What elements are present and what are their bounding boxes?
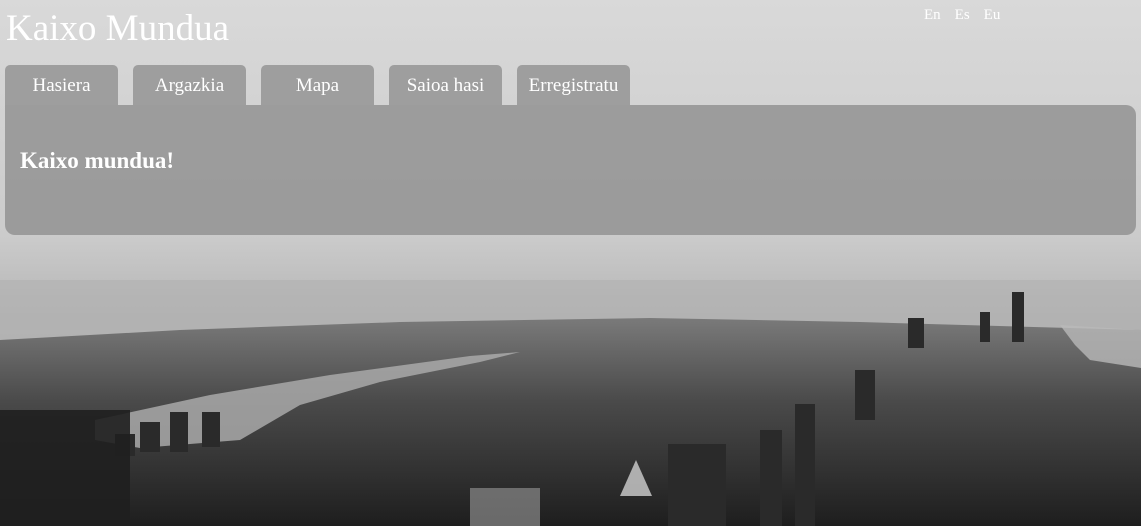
tab-erregistratu[interactable]: Erregistratu xyxy=(517,65,630,105)
tab-saioa-hasi[interactable]: Saioa hasi xyxy=(389,65,502,105)
tab-mapa[interactable]: Mapa xyxy=(261,65,374,105)
language-link-en[interactable]: En xyxy=(924,7,941,24)
content-heading: Kaixo mundua! xyxy=(20,148,175,173)
tab-argazkia[interactable]: Argazkia xyxy=(133,65,246,105)
tab-hasiera[interactable]: Hasiera xyxy=(5,65,118,105)
content-panel: Kaixo mundua! xyxy=(5,105,1136,235)
language-switcher: En Es Eu xyxy=(924,7,1000,24)
site-title: Kaixo Mundua xyxy=(6,8,229,49)
language-link-eu[interactable]: Eu xyxy=(984,7,1001,24)
language-link-es[interactable]: Es xyxy=(955,7,970,24)
main-nav-tabs: Hasiera Argazkia Mapa Saioa hasi Erregis… xyxy=(5,65,630,105)
